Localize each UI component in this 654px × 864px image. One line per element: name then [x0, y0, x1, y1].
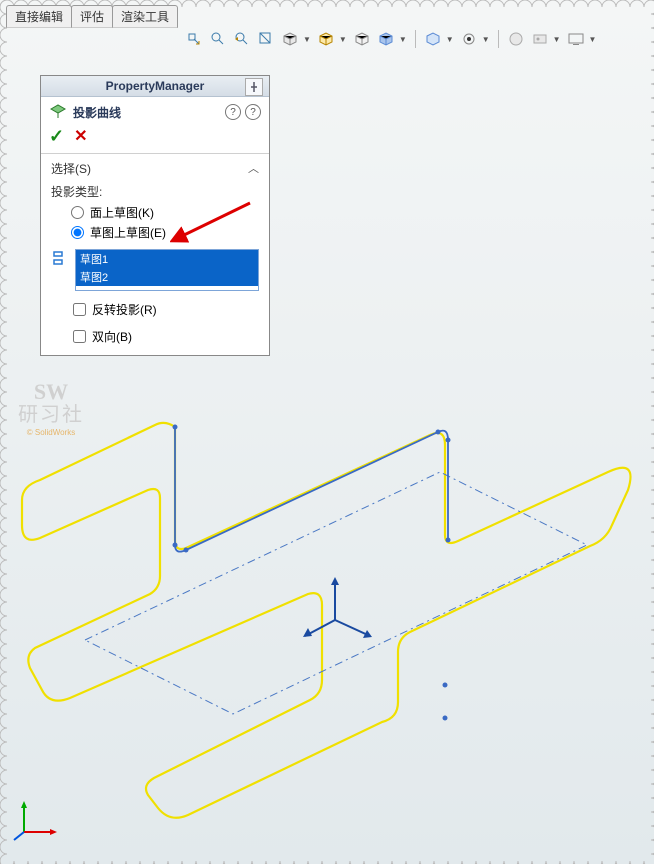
origin-triad — [303, 577, 372, 638]
app-frame: 直接编辑 评估 渲染工具 ▼ ▼ ▼ — [0, 0, 654, 864]
viewport[interactable] — [0, 0, 654, 864]
view-triad — [12, 794, 62, 844]
